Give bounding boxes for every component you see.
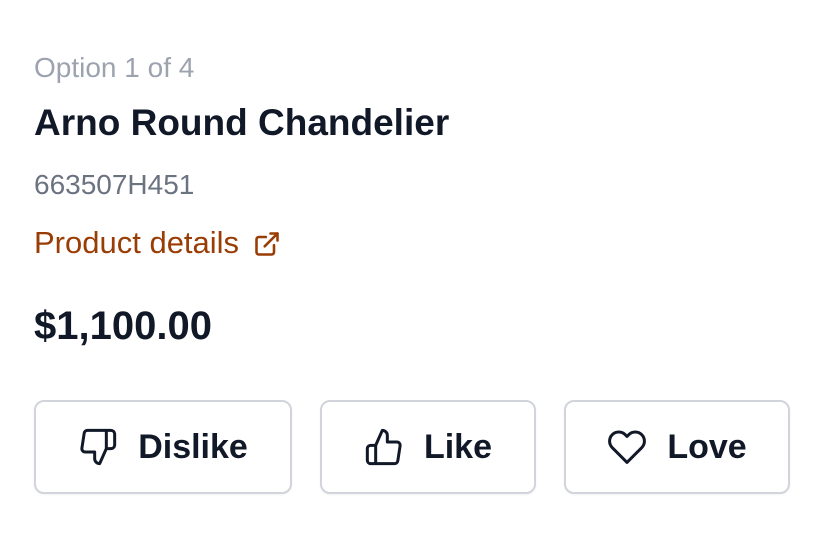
like-label: Like <box>423 427 493 466</box>
love-button[interactable]: Love <box>564 400 790 494</box>
dislike-label: Dislike <box>138 427 248 466</box>
thumbs-down-icon <box>78 427 118 467</box>
product-option-card: Option 1 of 4 Arno Round Chandelier 6635… <box>34 0 794 539</box>
thumbs-up-icon <box>364 427 404 467</box>
product-details-link[interactable]: Product details <box>34 224 281 262</box>
heart-icon <box>607 427 647 467</box>
product-details-label: Product details <box>34 225 240 260</box>
like-button[interactable]: Like <box>320 400 536 494</box>
product-price: $1,100.00 <box>34 304 212 348</box>
love-label: Love <box>667 427 747 466</box>
dislike-button[interactable]: Dislike <box>34 400 292 494</box>
product-sku: 663507H451 <box>34 169 195 200</box>
product-name: Arno Round Chandelier <box>34 102 450 143</box>
external-link-icon <box>253 229 281 257</box>
option-counter: Option 1 of 4 <box>34 52 195 83</box>
